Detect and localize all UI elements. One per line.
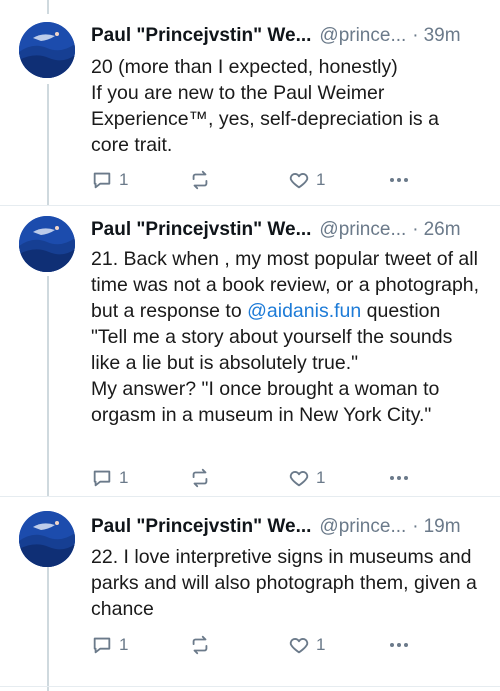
action-bar: 1 1: [91, 166, 421, 194]
avatar-image: [19, 216, 75, 272]
author-name[interactable]: Paul "Princejvstin" We...: [91, 216, 311, 244]
reply-count: 1: [119, 635, 129, 654]
post-text: 21. Back when , my most popular tweet of…: [91, 246, 480, 428]
post[interactable]: Paul "Princejvstin" We... @prince... · 1…: [0, 497, 500, 685]
timestamp[interactable]: 39m: [424, 22, 461, 50]
reply-button[interactable]: 1: [91, 634, 128, 656]
reply-count: 1: [119, 468, 129, 487]
post-text-line: 21. Back when , my most popular tweet of…: [91, 246, 480, 376]
avatar-image: [19, 22, 75, 78]
repost-button[interactable]: [189, 169, 211, 191]
post-text-line: 22. I love interpretive signs in museums…: [91, 546, 477, 620]
timestamp[interactable]: 19m: [424, 513, 461, 541]
reply-button[interactable]: 1: [91, 467, 128, 489]
like-button[interactable]: 1: [288, 634, 325, 656]
avatar-image: [19, 511, 75, 567]
action-bar: 1 1: [91, 631, 421, 659]
repost-icon: [192, 635, 208, 655]
repost-button[interactable]: [189, 467, 211, 489]
avatar[interactable]: [19, 22, 75, 78]
author-handle[interactable]: @prince...: [319, 216, 406, 244]
reply-button[interactable]: 1: [91, 169, 128, 191]
like-button[interactable]: 1: [288, 467, 325, 489]
like-count: 1: [316, 170, 326, 189]
avatar[interactable]: [19, 216, 75, 272]
repost-icon: [192, 170, 208, 190]
heart-icon: [289, 471, 309, 487]
more-options-button[interactable]: [387, 169, 411, 191]
avatar[interactable]: [19, 511, 75, 567]
heart-icon: [289, 638, 309, 654]
reply-icon: [93, 470, 111, 487]
reply-icon: [93, 637, 111, 654]
more-options-button[interactable]: [387, 467, 411, 489]
more-options-button[interactable]: [387, 634, 411, 656]
more-icon: [390, 178, 408, 182]
like-count: 1: [316, 635, 326, 654]
post-header: Paul "Princejvstin" We... @prince... · 1…: [91, 513, 482, 541]
thread-feed: Paul "Princejvstin" We... @prince... · 3…: [0, 0, 500, 691]
post-text-line: My answer? "I once brought a woman to or…: [91, 378, 440, 426]
separator: ·: [412, 219, 419, 240]
repost-icon: [192, 468, 208, 488]
post[interactable]: Paul "Princejvstin" We... @prince... · 2…: [0, 206, 500, 496]
more-icon: [390, 476, 408, 480]
mention-link[interactable]: @aidanis.fun: [247, 300, 361, 322]
like-button[interactable]: 1: [288, 169, 325, 191]
author-name[interactable]: Paul "Princejvstin" We...: [91, 22, 311, 50]
post-text: 22. I love interpretive signs in museums…: [91, 544, 480, 622]
post-text-line: 20 (more than I expected, honestly): [91, 56, 398, 78]
author-handle[interactable]: @prince...: [319, 513, 406, 541]
separator: ·: [412, 25, 419, 46]
like-count: 1: [316, 468, 326, 487]
post-header: Paul "Princejvstin" We... @prince... · 2…: [91, 216, 482, 244]
more-icon: [390, 643, 408, 647]
heart-icon: [289, 173, 309, 189]
post-divider: [0, 686, 500, 687]
post-text: 20 (more than I expected, honestly) If y…: [91, 54, 480, 158]
timestamp[interactable]: 26m: [424, 216, 461, 244]
separator: ·: [412, 516, 419, 537]
post-text-line: If you are new to the Paul Weimer Experi…: [91, 82, 439, 156]
post-header: Paul "Princejvstin" We... @prince... · 3…: [91, 22, 482, 50]
post[interactable]: Paul "Princejvstin" We... @prince... · 3…: [0, 0, 500, 205]
repost-button[interactable]: [189, 634, 211, 656]
action-bar: 1 1: [91, 464, 421, 492]
reply-icon: [93, 172, 111, 189]
author-handle[interactable]: @prince...: [319, 22, 406, 50]
author-name[interactable]: Paul "Princejvstin" We...: [91, 513, 311, 541]
reply-count: 1: [119, 170, 129, 189]
